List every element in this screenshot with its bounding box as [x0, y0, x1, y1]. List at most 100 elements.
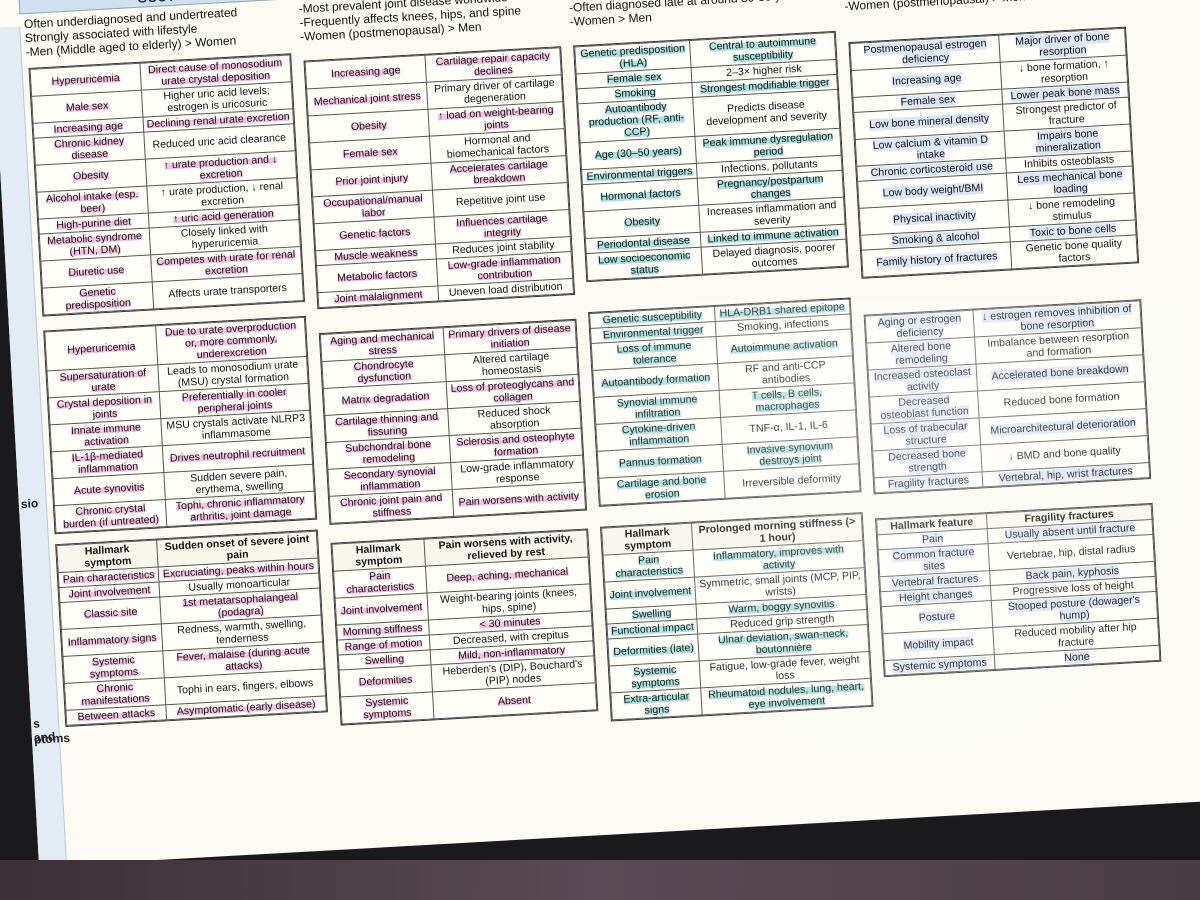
- cell-text: Occupational/manual labor: [322, 192, 424, 220]
- cell-text: Absent: [497, 693, 532, 708]
- term-cell: Low socioeconomic status: [586, 247, 703, 281]
- cell-text: ↑ urate production, ↓ renal excretion: [160, 179, 284, 209]
- cell-text: Inflammatory signs: [67, 631, 157, 649]
- cell-text: Weight-bearing joints (knees, hips, spin…: [439, 586, 578, 616]
- notes-sheet: sio s and ptoms GOUTOften underdiagnosed…: [0, 0, 1200, 860]
- cell-text: ↑ urate production and ↓ excretion: [163, 153, 278, 182]
- symptoms-grid: Hallmark feature Fragility fractures Pain U…: [876, 503, 1161, 677]
- cell-text: Accelerates cartilage breakdown: [449, 158, 549, 187]
- cell-text: Synovial immune infiltration: [616, 393, 698, 421]
- term-cell: Autoantibody production (RF, anti-CCP): [577, 97, 696, 143]
- cell-text: Primary drivers of disease initiation: [447, 322, 571, 351]
- cell-text: Deformities: [358, 673, 413, 689]
- cell-text: Decreased osteoblast function: [880, 394, 970, 422]
- intro-line: -Women (postmenopausal) > Men: [843, 0, 1026, 14]
- cell-text: Competes with urate for renal excretion: [156, 248, 296, 278]
- cell-text: Inflammatory, improves with activity: [712, 543, 845, 572]
- cell-text: Sudden severe pain, erythema, swelling: [189, 467, 288, 497]
- cell-text: Accelerated bone breakdown: [991, 363, 1129, 383]
- cell-text: Innate immune activation: [70, 421, 142, 449]
- cell-text: Common fracture sites: [892, 545, 975, 573]
- cell-text: Hyperuricemia: [51, 71, 121, 88]
- cell-text: Affects urate transporters: [168, 281, 288, 301]
- symptoms-table: Hallmark symptom Prolonged morning stiffn…: [600, 512, 874, 722]
- op-column: OSTEOPOROSIS-Often asymptomatic until fr…: [837, 0, 1168, 686]
- symptoms-table: Hallmark symptom Pain worsens with activi…: [330, 528, 599, 726]
- cell-text: Deep, aching, mechanical: [446, 565, 569, 585]
- op-intro: -Often asymptomatic until fracture-Major…: [838, 0, 1130, 17]
- cell-text: Male sex: [65, 99, 109, 114]
- cell-text: Obesity: [350, 119, 388, 134]
- patho-grid: Genetic susceptibility HLA-DRB1 shared ep…: [589, 298, 861, 506]
- cell-text: Heberden's (DIP), Bouchard's (PIP) nodes: [442, 657, 583, 688]
- cell-text: RF and anti-CCP antibodies: [744, 358, 826, 387]
- cell-text: Female sex: [342, 145, 399, 161]
- cell-text: Cartilage and bone erosion: [616, 473, 707, 502]
- cell-text: Less mechanical bone loading: [1016, 168, 1123, 196]
- symptoms-grid: Hallmark symptom Prolonged morning stiffn…: [601, 513, 873, 721]
- cell-text: Extra-articular signs: [623, 690, 690, 717]
- gout-column: GOUTOften underdiagnosed and undertreate…: [18, 0, 334, 735]
- cell-text: Tophi, chronic inflammatory arthritis, j…: [175, 493, 305, 524]
- cell-text: Mechanical joint stress: [313, 90, 422, 109]
- cell-text: Deformities (late): [613, 641, 695, 659]
- cell-text: Ulnar deviation, swan-neck, boutonnière: [717, 627, 849, 657]
- cell-text: Altered cartilage homeostasis: [472, 350, 550, 379]
- risk-grid: Genetic predisposition (HLA) Central to a…: [574, 31, 848, 282]
- cell-text: Pain characteristics: [346, 569, 415, 597]
- cell-text: Classic site: [83, 605, 138, 621]
- patho-table: Hyperuricemia Due to urate overproduction…: [43, 315, 318, 535]
- cell-text: Family history of fractures: [875, 250, 998, 269]
- cell-text: Smoking: [614, 86, 656, 101]
- cell-text: Genetic factors: [338, 225, 411, 242]
- cell-text: Aging and mechanical stress: [329, 329, 435, 358]
- cell-text: Hyperuricemia: [66, 340, 136, 357]
- cell-text: Microarchitectural deterioration: [990, 416, 1137, 437]
- oa-column: OSTEOARTHRITIS-Most prevalent joint dise…: [293, 0, 605, 734]
- cell-text: Matrix degradation: [341, 390, 430, 408]
- cell-text: Physical inactivity: [892, 209, 977, 226]
- cell-text: Chronic joint pain and stiffness: [339, 491, 443, 520]
- cell-text: Low-grade inflammatory response: [459, 457, 575, 486]
- cell-text: Vertebrae, hip, distal radius: [1006, 542, 1136, 563]
- cell-text: Low calcium & vitamin D intake: [872, 133, 989, 162]
- cell-text: IL-1β-mediated inflammation: [71, 448, 144, 476]
- cell-text: Higher uric acid levels; estrogen is uri…: [163, 84, 271, 115]
- cell-text: Diuretic use: [68, 263, 125, 280]
- cell-text: Low-grade inflammation contribution: [447, 253, 561, 283]
- cell-text: Irreversible deformity: [741, 472, 842, 490]
- cell-text: Low socioeconomic status: [597, 249, 691, 277]
- cell-text: TNF-α, IL-1, IL-6: [749, 418, 829, 436]
- risk-table: Hyperuricemia Direct cause of monosodium …: [28, 53, 306, 317]
- patho-table: Genetic susceptibility HLA-DRB1 shared ep…: [588, 297, 862, 507]
- cell-text: Genetic predisposition: [65, 285, 132, 313]
- cell-text: Increasing age: [330, 64, 401, 81]
- cell-text: Cartilage repair capacity declines: [435, 49, 551, 79]
- cell-text: Systemic symptoms: [631, 663, 680, 691]
- oa-intro: -Most prevalent joint disease worldwide -…: [294, 0, 566, 47]
- patho-table: Aging and mechanical stress Primary drive…: [318, 318, 588, 525]
- cell-text: Drives neutrophil recruitment: [169, 445, 306, 465]
- cell-text: Autoantibody production (RF, anti-CCP): [588, 100, 685, 139]
- term-cell: Chronic joint pain and stiffness: [329, 489, 454, 524]
- cell-text: Between attacks: [77, 706, 156, 724]
- cell-text: Loss of trabecular structure: [883, 420, 968, 448]
- cell-text: ↓ estrogen removes inhibition of bone re…: [981, 302, 1132, 333]
- sidebar-label: sio: [20, 496, 39, 512]
- cell-text: Central to autoimmune susceptibility: [708, 34, 817, 64]
- term-cell: Hyperuricemia: [44, 325, 159, 371]
- cell-text: Repetitive joint use: [455, 191, 546, 209]
- cell-text: Crystal deposition in joints: [56, 393, 153, 421]
- cell-text: Reduced mobility after hip fracture: [1013, 621, 1137, 650]
- risk-table: Increasing age Cartilage repair capacity …: [303, 46, 576, 310]
- cell-text: Metabolic syndrome (HTN, DM): [46, 229, 143, 258]
- cell-text: Swelling: [364, 652, 405, 668]
- term-cell: Systemic symptoms: [340, 691, 434, 724]
- patho-table: Aging or estrogen deficiency ↓ estrogen r…: [863, 299, 1152, 495]
- cell-text: Low body weight/BMI: [882, 181, 984, 200]
- risk-grid: Increasing age Cartilage repair capacity …: [304, 47, 574, 309]
- symptoms-grid: Hallmark symptom Sudden onset of severe j…: [56, 530, 327, 726]
- cell-text: Chondrocyte dysfunction: [353, 357, 415, 386]
- cell-text: Systemic symptoms: [892, 656, 988, 674]
- tablet-screen: sio s and ptoms GOUTOften underdiagnosed…: [0, 0, 1200, 860]
